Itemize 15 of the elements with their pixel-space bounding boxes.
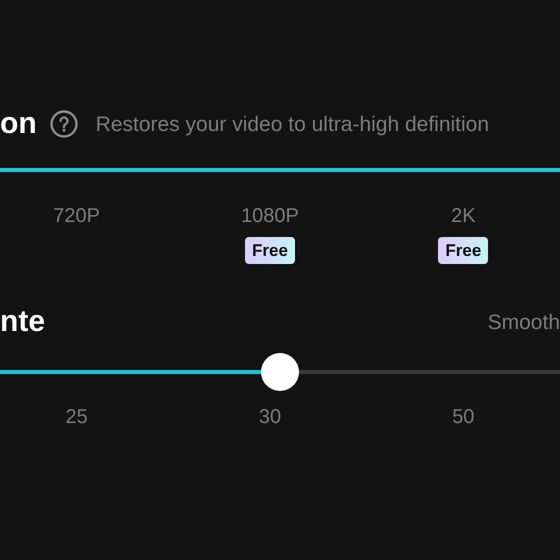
tick-label: 25 <box>66 407 88 427</box>
tick-label: 50 <box>452 407 474 427</box>
section-title: on <box>0 109 37 139</box>
tick-label: 30 <box>258 407 282 427</box>
free-badge: Free <box>245 237 295 264</box>
description-text: Restores your video to ultra-high definition <box>96 114 490 134</box>
help-icon[interactable] <box>50 110 78 138</box>
resolution-option[interactable]: 2K <box>451 206 476 226</box>
slider-thumb[interactable] <box>261 353 299 391</box>
slider[interactable] <box>0 353 560 391</box>
resolution-option[interactable]: 720P <box>53 206 100 226</box>
resolution-option[interactable]: 1080P <box>241 206 299 226</box>
free-badge: Free <box>438 237 488 264</box>
section-title: nte <box>0 307 45 337</box>
mode-label: Smooth <box>488 312 560 332</box>
